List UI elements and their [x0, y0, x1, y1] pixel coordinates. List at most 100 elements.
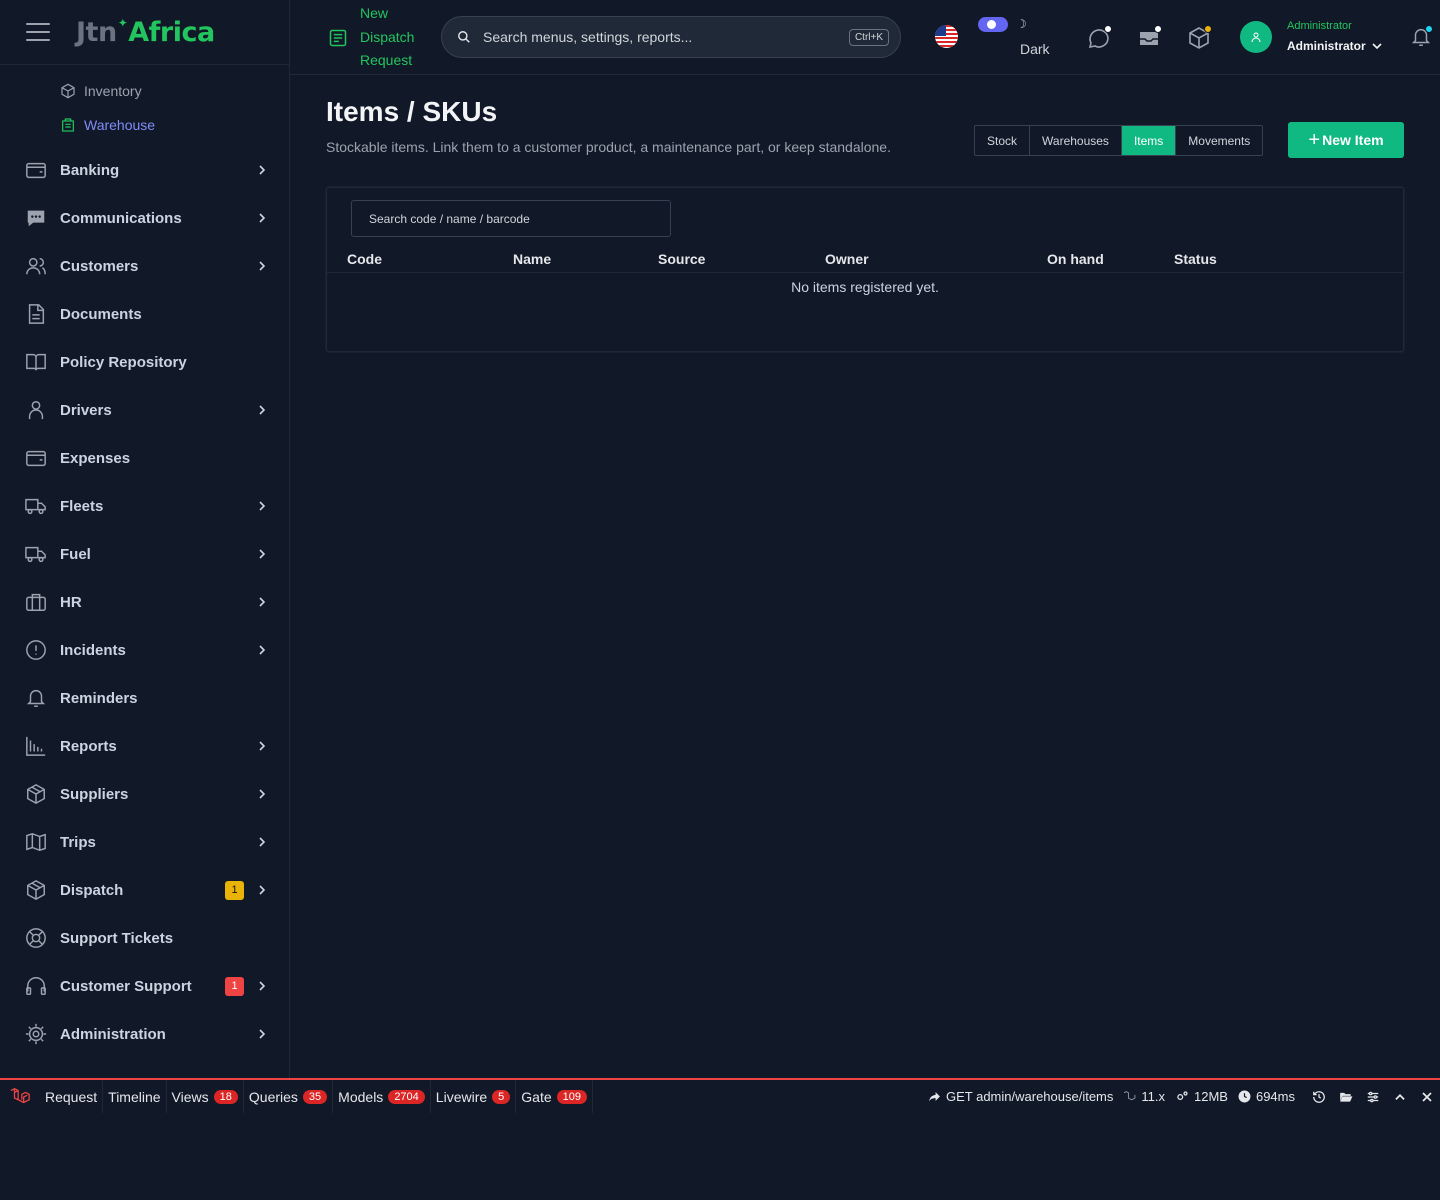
- items-search-input[interactable]: Search code / name / barcode: [351, 200, 671, 237]
- debug-route-text: GET admin/warehouse/items: [946, 1089, 1114, 1104]
- debug-tab-label: Timeline: [108, 1088, 161, 1105]
- wallet-icon: [26, 450, 46, 467]
- main-content: Items / SKUs Stockable items. Link them …: [290, 76, 1440, 1078]
- tab-warehouses[interactable]: Warehouses: [1030, 126, 1122, 155]
- sidebar-item-label: Banking: [60, 161, 120, 179]
- sidebar-item-drivers[interactable]: Drivers: [0, 386, 289, 434]
- sidebar-item-policy-repository[interactable]: Policy Repository: [0, 338, 289, 386]
- sidebar-item-support-tickets[interactable]: Support Tickets: [0, 914, 289, 962]
- debug-bar: Request Timeline Views 18 Queries 35 Model…: [0, 1078, 1440, 1113]
- package-icon[interactable]: [1187, 25, 1212, 50]
- debug-count-badge: 5: [492, 1089, 511, 1104]
- user-name: Administrator: [1287, 39, 1366, 53]
- tab-movements[interactable]: Movements: [1176, 126, 1262, 155]
- sidebar-item-dispatch[interactable]: Dispatch 1: [0, 866, 289, 914]
- debug-tab-label: Gate: [521, 1088, 552, 1105]
- debug-tab-livewire[interactable]: Livewire 5: [431, 1080, 517, 1113]
- sidebar-item-customers[interactable]: Customers: [0, 242, 289, 290]
- column-header-on-hand[interactable]: On hand: [1047, 251, 1104, 267]
- sidebar-item-incidents[interactable]: Incidents: [0, 626, 289, 674]
- sidebar-item-fuel[interactable]: Fuel: [0, 530, 289, 578]
- chevron-right-icon: [259, 981, 266, 991]
- sidebar-subitem-warehouse[interactable]: Warehouse: [0, 108, 289, 142]
- sidebar-item-reports[interactable]: Reports: [0, 722, 289, 770]
- sidebar-item-label: Reminders: [60, 689, 138, 707]
- debug-tab-queries[interactable]: Queries 35: [244, 1080, 334, 1113]
- sidebar-item-communications[interactable]: Communications: [0, 194, 289, 242]
- global-search[interactable]: Search menus, settings, reports... Ctrl+…: [441, 16, 901, 58]
- debug-tab-timeline[interactable]: Timeline: [103, 1080, 167, 1113]
- column-header-status[interactable]: Status: [1174, 251, 1217, 267]
- sidebar-item-reminders[interactable]: Reminders: [0, 674, 289, 722]
- search-icon: [458, 31, 470, 43]
- folder-open-icon[interactable]: [1332, 1090, 1359, 1104]
- theme-switch[interactable]: [978, 17, 1008, 32]
- user-menu[interactable]: Administrator Administrator: [1240, 20, 1382, 53]
- moon-icon: ☽: [1016, 17, 1027, 31]
- chevron-right-icon: [259, 645, 266, 655]
- new-dispatch-request-link[interactable]: New Dispatch Request: [328, 0, 420, 75]
- column-header-name[interactable]: Name: [513, 251, 551, 267]
- sidebar-item-label: Documents: [60, 305, 142, 323]
- cube-icon: [27, 879, 45, 901]
- sidebar-item-label: Expenses: [60, 449, 131, 467]
- sidebar-item-hr[interactable]: HR: [0, 578, 289, 626]
- sidebar-item-label: Incidents: [60, 641, 126, 659]
- sidebar-item-label: Reports: [60, 737, 117, 755]
- sidebar-item-expenses[interactable]: Expenses: [0, 434, 289, 482]
- theme-toggle[interactable]: ☽ Dark: [978, 17, 1058, 57]
- sidebar-item-suppliers[interactable]: Suppliers: [0, 770, 289, 818]
- sidebar-item-documents[interactable]: Documents: [0, 290, 289, 338]
- column-header-code[interactable]: Code: [347, 251, 382, 267]
- debug-tab-label: Request: [45, 1088, 98, 1105]
- brand-logo[interactable]: Jtn ✦ Africa: [76, 16, 215, 48]
- column-header-owner[interactable]: Owner: [825, 251, 869, 267]
- menu-toggle-icon[interactable]: [26, 23, 50, 41]
- sidebar-item-customer-support[interactable]: Customer Support 1: [0, 962, 289, 1010]
- empty-state-message: No items registered yet.: [791, 279, 939, 295]
- debug-tab-models[interactable]: Models 2704: [333, 1080, 431, 1113]
- laravel-icon: [1124, 1091, 1136, 1101]
- sidebar-item-label: Dispatch: [60, 881, 124, 899]
- chevron-up-icon[interactable]: [1386, 1090, 1413, 1104]
- settings-sliders-icon[interactable]: [1359, 1090, 1386, 1104]
- debug-count-badge: 109: [556, 1089, 587, 1104]
- sidebar-item-label: Trips: [60, 833, 96, 851]
- column-header-source[interactable]: Source: [658, 251, 705, 267]
- tab-items[interactable]: Items: [1121, 126, 1177, 155]
- debug-route: GET admin/warehouse/items: [928, 1089, 1113, 1104]
- sidebar-item-administration[interactable]: Administration: [0, 1010, 289, 1058]
- language-flag-icon[interactable]: [935, 25, 958, 48]
- debug-tab-request[interactable]: Request: [40, 1080, 104, 1113]
- debug-count-badge: 35: [302, 1089, 328, 1104]
- chevron-right-icon: [259, 213, 266, 223]
- sidebar-subitem-inventory[interactable]: Inventory: [0, 74, 289, 108]
- global-search-input[interactable]: Search menus, settings, reports...: [483, 29, 849, 45]
- brand-logo-africa: Africa: [128, 16, 215, 48]
- history-icon[interactable]: [1305, 1090, 1332, 1104]
- gear-icon: [25, 1023, 47, 1045]
- cogs-icon: [1177, 1090, 1188, 1100]
- sidebar-item-banking[interactable]: Banking: [0, 146, 289, 194]
- laravel-logo-icon[interactable]: [0, 1080, 40, 1113]
- sidebar-item-fleets[interactable]: Fleets: [0, 482, 289, 530]
- debug-tab-gate[interactable]: Gate 109: [516, 1080, 593, 1113]
- truck-icon: [25, 546, 46, 563]
- notifications-bell-icon[interactable]: [1410, 25, 1434, 50]
- chevron-down-icon: [1372, 43, 1382, 50]
- tab-stock[interactable]: Stock: [975, 126, 1031, 155]
- sidebar-item-trips[interactable]: Trips: [0, 818, 289, 866]
- debug-tab-views[interactable]: Views 18: [167, 1080, 244, 1113]
- items-search-placeholder: Search code / name / barcode: [369, 211, 530, 226]
- table-header: Code Name Source Owner On hand Status: [327, 249, 1403, 273]
- new-item-button[interactable]: + New Item: [1288, 122, 1404, 158]
- user-icon: [1251, 32, 1261, 42]
- close-icon[interactable]: [1413, 1091, 1440, 1103]
- debug-version: 11.x: [1123, 1089, 1165, 1104]
- users-icon: [26, 257, 46, 275]
- debug-tab-label: Queries: [248, 1088, 298, 1105]
- messages-icon[interactable]: [1087, 25, 1112, 50]
- inbox-icon[interactable]: [1137, 25, 1162, 50]
- avatar[interactable]: [1240, 20, 1272, 53]
- brand-logo-jtn: Jtn: [76, 16, 117, 48]
